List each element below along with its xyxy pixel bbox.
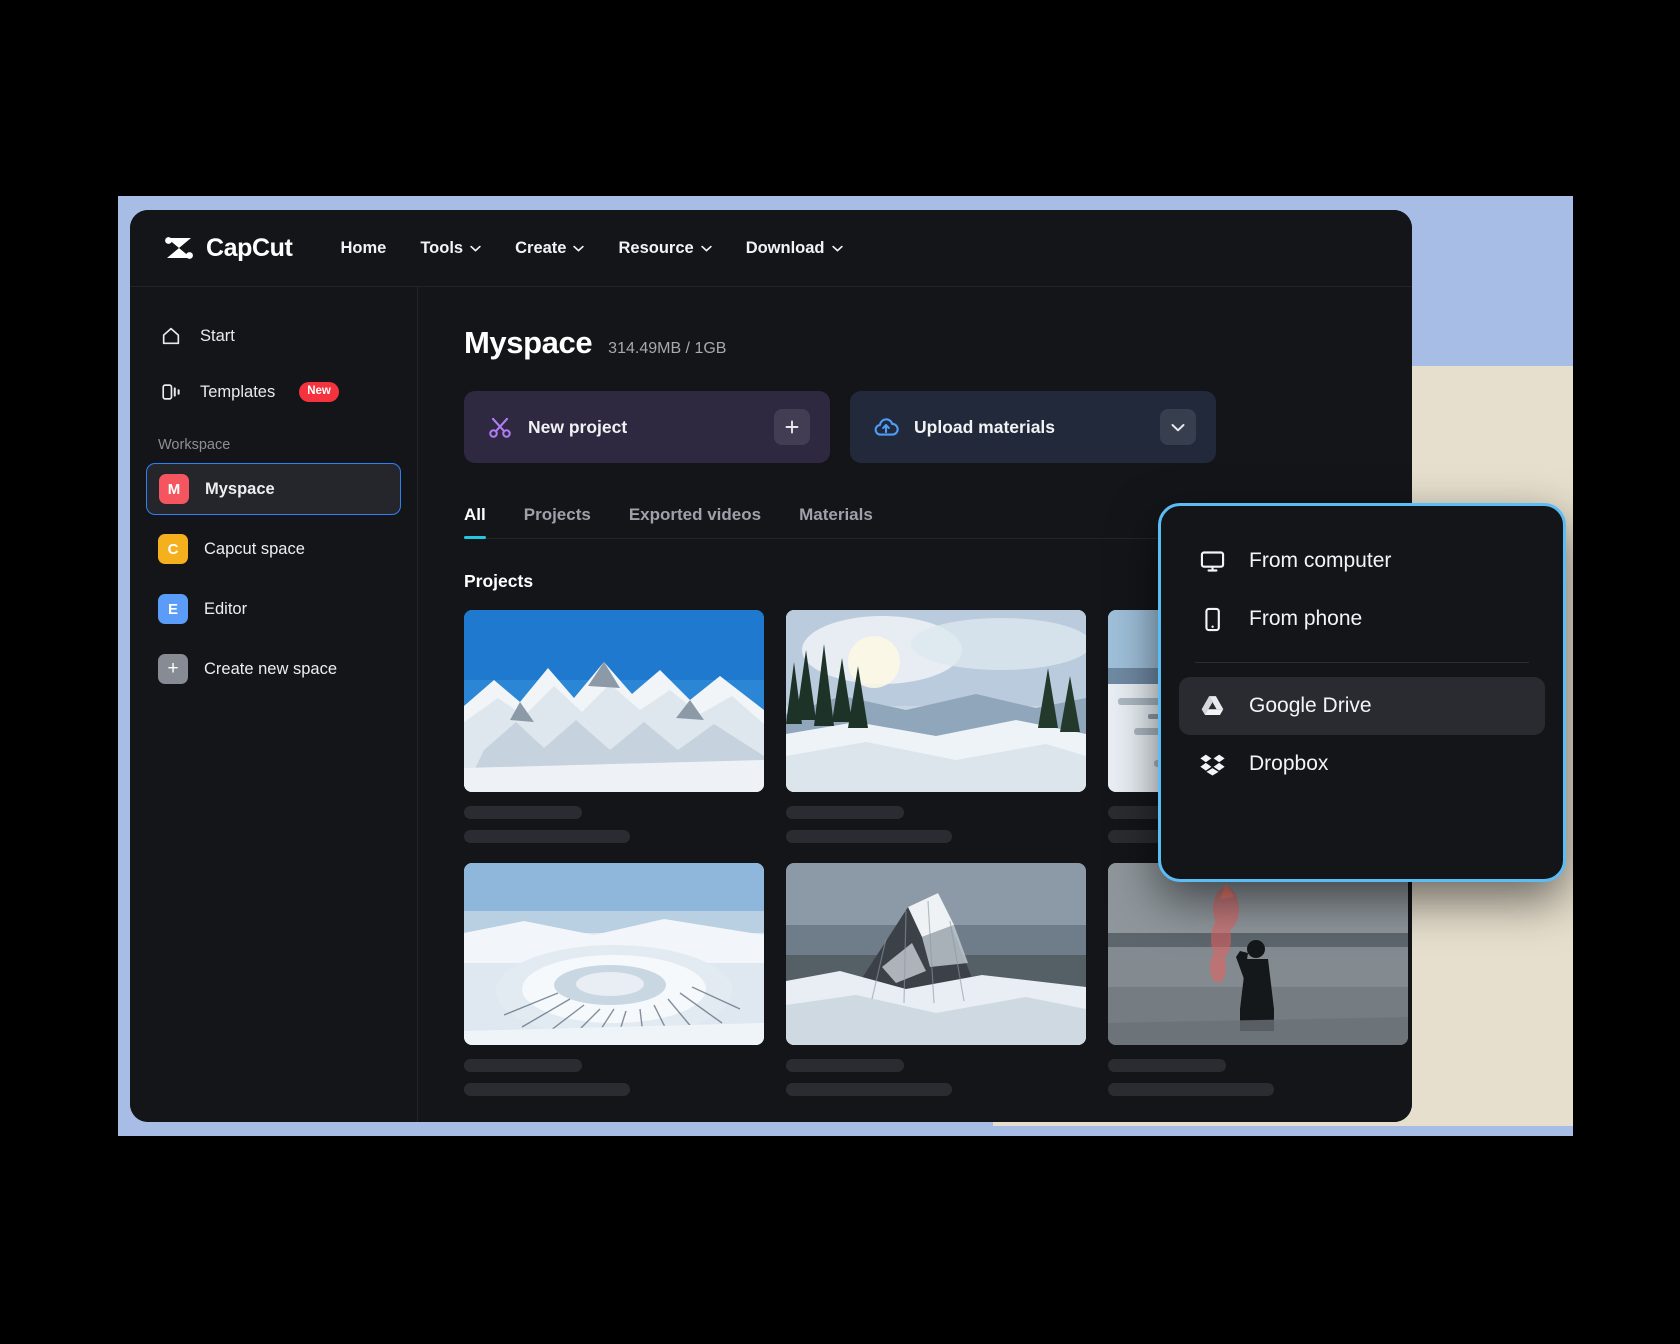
chevron-down-icon bbox=[832, 245, 843, 252]
chevron-down-icon bbox=[470, 245, 481, 252]
nav-item-tools[interactable]: Tools bbox=[420, 239, 481, 258]
upload-materials-button[interactable]: Upload materials bbox=[850, 391, 1216, 463]
card-skeleton-line bbox=[786, 1059, 904, 1072]
card-skeleton-line bbox=[464, 1083, 630, 1096]
nav-item-label: Home bbox=[340, 239, 386, 258]
card-skeleton-line bbox=[464, 1059, 582, 1072]
card-skeleton-line bbox=[786, 830, 952, 843]
dropdown-item-label: Dropbox bbox=[1249, 752, 1328, 776]
dropdown-item-google-drive[interactable]: Google Drive bbox=[1179, 677, 1545, 735]
new-project-button[interactable]: New project bbox=[464, 391, 830, 463]
project-thumbnail bbox=[464, 610, 764, 792]
tab-projects[interactable]: Projects bbox=[524, 505, 591, 539]
page-title: Myspace bbox=[464, 325, 592, 361]
plus-icon: + bbox=[158, 654, 188, 684]
avatar: C bbox=[158, 534, 188, 564]
top-navigation-bar: CapCut Home Tools Create Resource bbox=[130, 210, 1412, 287]
sidebar-section-label: Workspace bbox=[146, 425, 401, 463]
sidebar-item-label: Templates bbox=[200, 383, 275, 402]
project-card[interactable] bbox=[786, 863, 1086, 1096]
cloud-upload-icon bbox=[870, 413, 902, 441]
sidebar-item-label: Create new space bbox=[204, 660, 337, 679]
chevron-down-icon[interactable] bbox=[1160, 409, 1196, 445]
nav-item-label: Download bbox=[746, 239, 825, 258]
capcut-logo[interactable]: CapCut bbox=[162, 231, 292, 265]
dropdown-item-label: From phone bbox=[1249, 607, 1362, 631]
brand-name: CapCut bbox=[206, 234, 292, 263]
chevron-down-icon bbox=[701, 245, 712, 252]
new-project-label: New project bbox=[528, 417, 627, 438]
tab-label: Projects bbox=[524, 505, 591, 524]
tab-all[interactable]: All bbox=[464, 505, 486, 539]
dropdown-item-label: Google Drive bbox=[1249, 694, 1372, 718]
avatar: E bbox=[158, 594, 188, 624]
tab-exported-videos[interactable]: Exported videos bbox=[629, 505, 761, 539]
action-buttons: New project Upload materials bbox=[464, 391, 1412, 463]
monitor-icon bbox=[1197, 548, 1227, 575]
nav-item-resource[interactable]: Resource bbox=[618, 239, 711, 258]
sidebar-item-label: Start bbox=[200, 327, 235, 346]
sidebar-item-start[interactable]: Start bbox=[146, 313, 401, 359]
avatar: M bbox=[159, 474, 189, 504]
nav-item-home[interactable]: Home bbox=[340, 239, 386, 258]
home-icon bbox=[158, 325, 184, 347]
dropdown-separator bbox=[1195, 662, 1529, 663]
tab-label: Exported videos bbox=[629, 505, 761, 524]
project-thumbnail bbox=[464, 863, 764, 1045]
nav-item-label: Resource bbox=[618, 239, 693, 258]
sidebar-item-capcut-space[interactable]: C Capcut space bbox=[146, 523, 401, 575]
sidebar-item-editor[interactable]: E Editor bbox=[146, 583, 401, 635]
nav-item-download[interactable]: Download bbox=[746, 239, 843, 258]
card-skeleton-line bbox=[464, 830, 630, 843]
sidebar-item-myspace[interactable]: M Myspace bbox=[146, 463, 401, 515]
card-skeleton-line bbox=[786, 806, 904, 819]
project-card[interactable] bbox=[464, 863, 764, 1096]
card-skeleton-line bbox=[464, 806, 582, 819]
project-thumbnail bbox=[1108, 863, 1408, 1045]
dropdown-item-label: From computer bbox=[1249, 549, 1391, 573]
card-skeleton-line bbox=[1108, 1059, 1226, 1072]
dropdown-item-dropbox[interactable]: Dropbox bbox=[1179, 735, 1545, 793]
card-skeleton-line bbox=[1108, 1083, 1274, 1096]
scissors-icon bbox=[484, 414, 516, 440]
google-drive-icon bbox=[1197, 693, 1227, 720]
project-thumbnail bbox=[786, 610, 1086, 792]
status-badge: New bbox=[299, 382, 339, 402]
project-card[interactable] bbox=[464, 610, 764, 843]
page-header: Myspace 314.49MB / 1GB bbox=[464, 325, 1412, 361]
sidebar-item-label: Capcut space bbox=[204, 540, 305, 559]
capcut-mark-icon bbox=[162, 231, 196, 265]
nav-item-label: Create bbox=[515, 239, 566, 258]
sidebar: Start Templates New Workspace bbox=[130, 287, 418, 1122]
project-card[interactable] bbox=[1108, 863, 1408, 1096]
upload-materials-label: Upload materials bbox=[914, 417, 1055, 438]
dropbox-icon bbox=[1197, 751, 1227, 778]
sidebar-item-label: Editor bbox=[204, 600, 247, 619]
tab-label: Materials bbox=[799, 505, 873, 524]
plus-icon[interactable] bbox=[774, 409, 810, 445]
tab-label: All bbox=[464, 505, 486, 524]
screenshot-root: CapCut Home Tools Create Resource bbox=[0, 0, 1680, 1344]
phone-icon bbox=[1197, 606, 1227, 633]
nav-item-create[interactable]: Create bbox=[515, 239, 584, 258]
nav-items: Home Tools Create Resource Download bbox=[340, 239, 842, 258]
templates-icon bbox=[158, 381, 184, 403]
nav-item-label: Tools bbox=[420, 239, 463, 258]
upload-source-dropdown: From computer From phone Googl bbox=[1158, 503, 1566, 882]
dropdown-item-from-computer[interactable]: From computer bbox=[1179, 532, 1545, 590]
sidebar-item-create-new-space[interactable]: + Create new space bbox=[146, 643, 401, 695]
dropdown-item-from-phone[interactable]: From phone bbox=[1179, 590, 1545, 648]
storage-usage: 314.49MB / 1GB bbox=[608, 340, 726, 358]
chevron-down-icon bbox=[573, 245, 584, 252]
sidebar-item-templates[interactable]: Templates New bbox=[146, 369, 401, 415]
project-card[interactable] bbox=[786, 610, 1086, 843]
sidebar-item-label: Myspace bbox=[205, 480, 275, 499]
card-skeleton-line bbox=[786, 1083, 952, 1096]
project-thumbnail bbox=[786, 863, 1086, 1045]
tab-materials[interactable]: Materials bbox=[799, 505, 873, 539]
